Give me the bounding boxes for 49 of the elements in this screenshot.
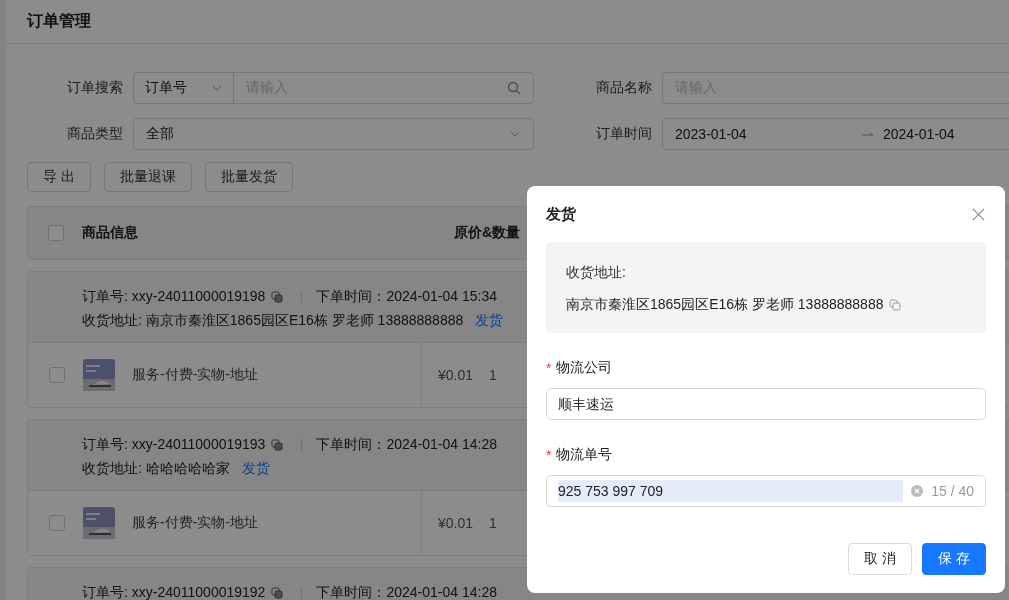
product-quantity: 1	[489, 367, 497, 383]
checkbox[interactable]	[49, 515, 65, 531]
type-select[interactable]: 全部	[133, 118, 534, 150]
field-label: 物流公司	[556, 359, 613, 377]
page-title: 订单管理	[27, 11, 91, 31]
copy-icon[interactable]	[271, 587, 284, 599]
filter-label: 商品类型	[66, 125, 123, 143]
product-name: 服务-付费-实物-地址	[132, 514, 259, 532]
product-name: 服务-付费-实物-地址	[132, 366, 259, 384]
shipping-address: 收货地址: 南京市秦淮区1865园区E16栋 罗老师 13888888888	[82, 312, 464, 330]
field-label: 物流单号	[556, 446, 613, 464]
action-button[interactable]: 批量发货	[204, 162, 293, 192]
order-time: 下单时间：2024-01-04 14:28	[316, 436, 497, 454]
product-price: ¥0.01	[438, 515, 474, 531]
address-label: 收货地址:	[566, 264, 627, 282]
column-header: 商品信息	[82, 224, 138, 242]
ship-link[interactable]: 发货	[475, 312, 504, 330]
filter-label: 订单时间	[596, 125, 652, 143]
copy-icon[interactable]	[271, 291, 284, 303]
required-mark: *	[546, 360, 552, 376]
clear-icon[interactable]	[911, 485, 924, 497]
dialog-title: 发货	[546, 204, 576, 224]
save-button[interactable]: 保 存	[922, 543, 986, 575]
product-quantity: 1	[489, 515, 497, 531]
column-header: 原价&数量	[454, 224, 521, 242]
input-field[interactable]: 925 753 997 709 15 / 40	[546, 475, 986, 507]
cancel-button[interactable]: 取 消	[848, 543, 912, 575]
order-number: 订单号: xxy-24011000019192	[82, 584, 266, 600]
product-price: ¥0.01	[438, 367, 474, 383]
order-time: 下单时间：2024-01-04 15:34	[316, 288, 497, 306]
date-range-field[interactable]: 2023-01-04 2024-01-04	[662, 118, 1009, 150]
action-button[interactable]: 导 出	[27, 162, 91, 192]
filter-label: 订单搜索	[66, 79, 123, 97]
action-button[interactable]: 批量退课	[103, 162, 192, 192]
filter-label: 商品名称	[596, 79, 652, 97]
ship-link[interactable]: 发货	[241, 460, 270, 478]
checkbox[interactable]	[48, 225, 64, 241]
character-count: 15 / 40	[931, 483, 974, 499]
copy-icon[interactable]	[271, 439, 284, 451]
order-number: 订单号: xxy-24011000019193	[82, 436, 266, 454]
shipping-address: 收货地址: 哈哈哈哈哈家	[82, 460, 230, 478]
address-text: 南京市秦淮区1865园区E16栋 罗老师 13888888888	[566, 296, 884, 314]
close-icon[interactable]	[972, 207, 985, 221]
checkbox[interactable]	[49, 367, 65, 383]
order-time: 下单时间：2024-01-04 14:28	[316, 584, 497, 600]
input-field[interactable]: 顺丰速运	[546, 388, 986, 420]
required-mark: *	[546, 447, 552, 463]
copy-icon[interactable]	[889, 299, 902, 311]
order-number: 订单号: xxy-24011000019198	[82, 288, 266, 306]
